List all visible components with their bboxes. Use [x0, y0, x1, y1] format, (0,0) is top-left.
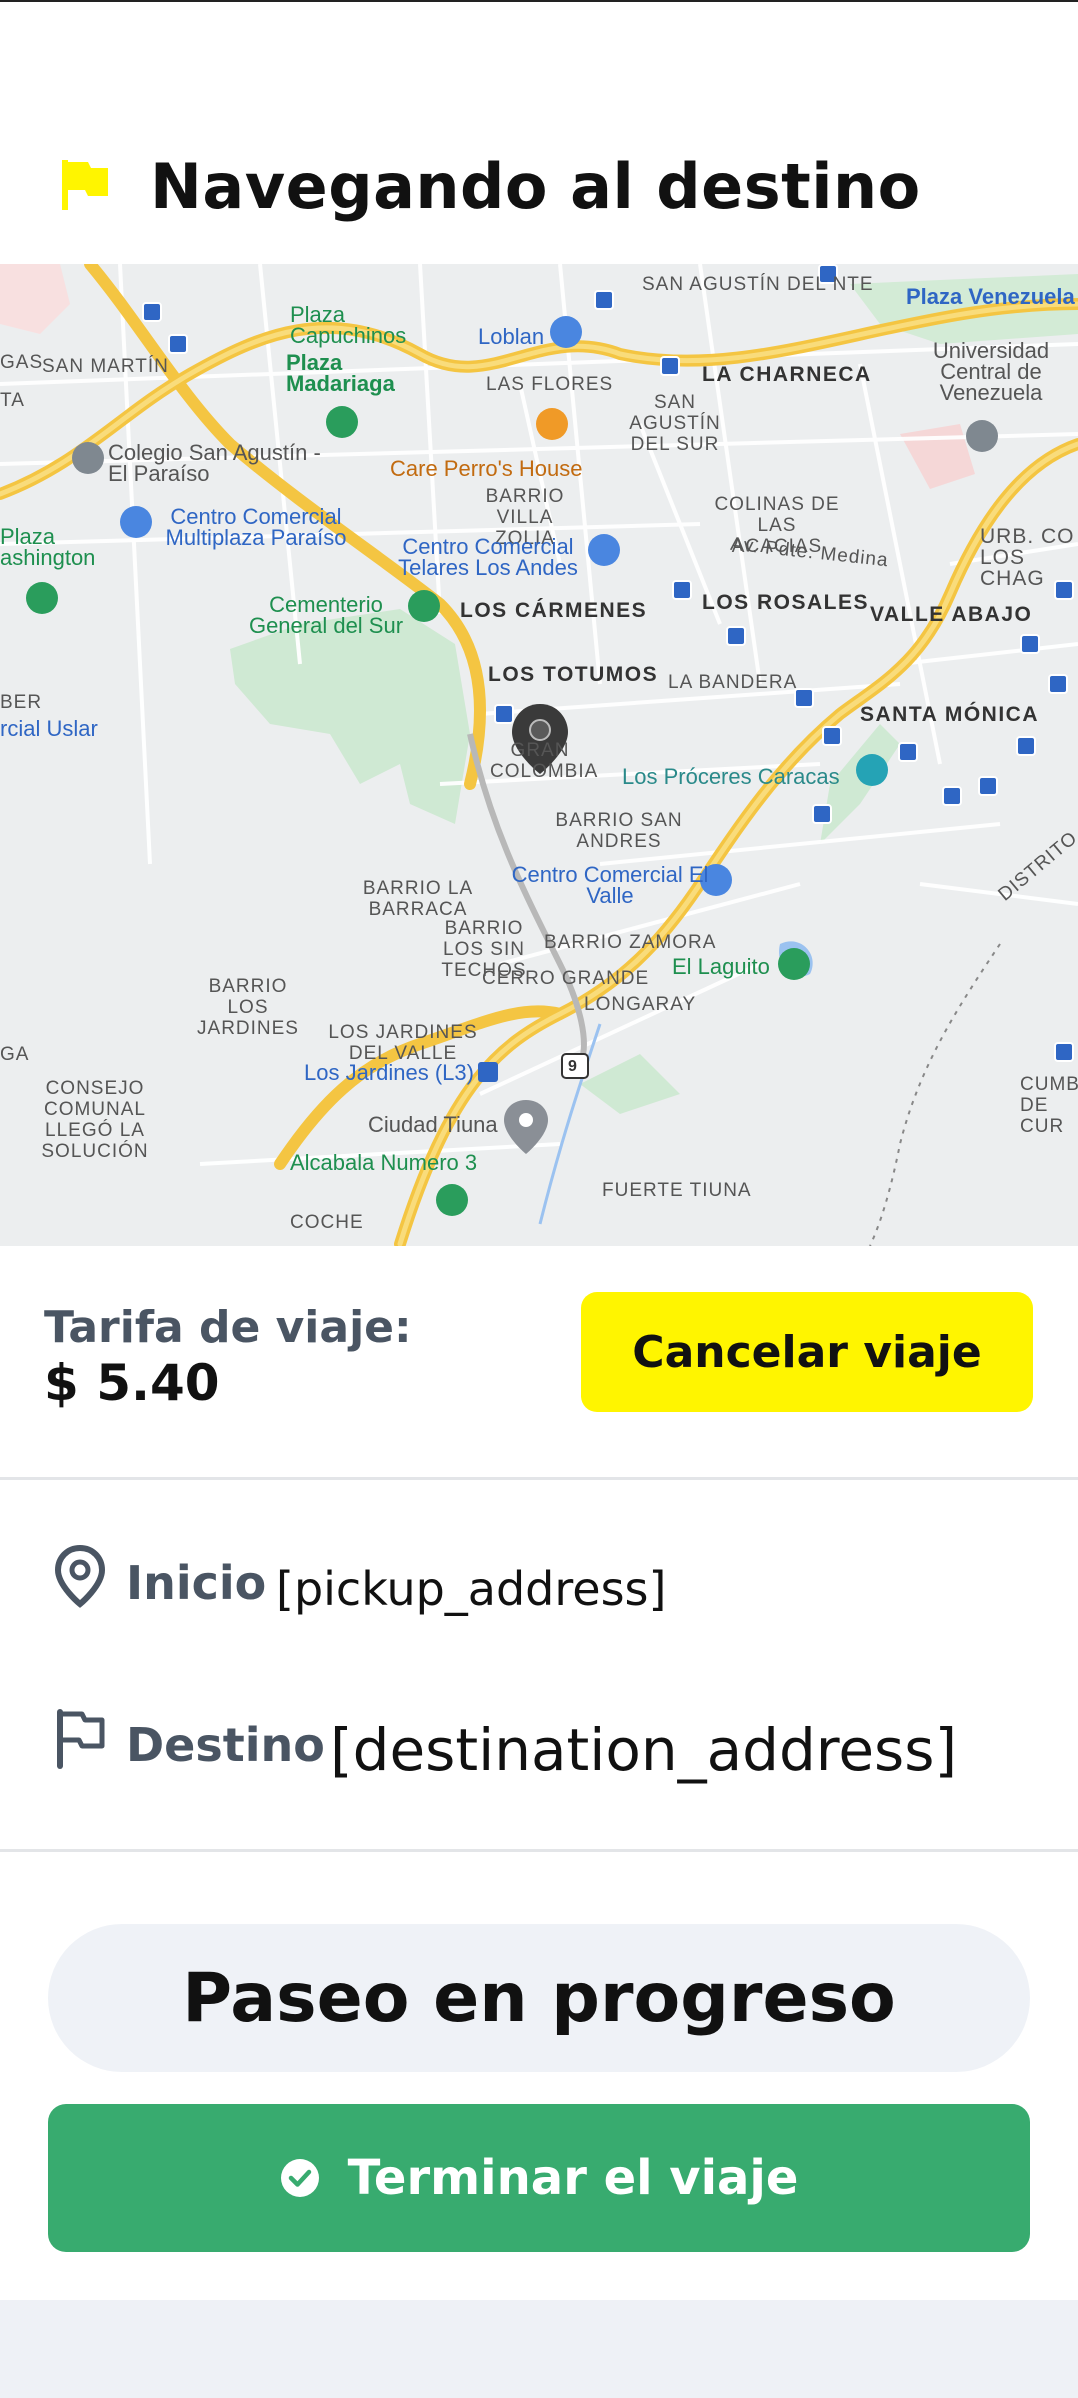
- map-label: CERRO GRANDE: [482, 968, 650, 989]
- destination-address: [destination_address]: [330, 1716, 958, 1784]
- trip-status-text: Paseo en progreso: [182, 1958, 896, 2038]
- map-label: SAN AGUSTÍN DEL SUR: [629, 392, 721, 455]
- map-label: Alcabala Numero 3: [290, 1150, 478, 1175]
- pickup-label: Inicio: [126, 1556, 267, 1610]
- map-label: GA: [0, 1044, 30, 1065]
- map-label: Centro Comercial El Valle: [511, 862, 709, 908]
- bus-stop-icon: [142, 302, 162, 322]
- map-label: Centro Comercial Telares Los Andes: [398, 534, 578, 580]
- map-label: Centro Comercial Multiplaza Paraíso: [165, 504, 347, 550]
- map-label: LOS JARDINES DEL VALLE: [328, 1022, 478, 1064]
- map-label: Universidad Central de Venezuela: [932, 338, 1050, 405]
- map-label: SAN MARTÍN: [42, 356, 169, 377]
- map-label: BARRIO LA BARRACA: [362, 878, 474, 920]
- bus-stop-icon: [1048, 674, 1068, 694]
- map-label: BER: [0, 692, 43, 713]
- map-label: GRAN COLOMBIA: [490, 740, 599, 782]
- map-label: Care Perro's House: [390, 456, 583, 481]
- cancel-trip-button[interactable]: Cancelar viaje: [581, 1292, 1033, 1412]
- map-label: Ciudad Tiuna: [368, 1112, 498, 1137]
- map-label: LONGARAY: [584, 994, 697, 1015]
- map-label: El Laguito: [672, 954, 770, 979]
- map-label: Plaza ashington: [0, 524, 96, 570]
- fare-label: Tarifa de viaje:: [44, 1302, 412, 1353]
- map-label: LOS CÁRMENES: [460, 599, 648, 622]
- bus-stop-icon: [672, 580, 692, 600]
- bus-stop-icon: [898, 742, 918, 762]
- fare-value: $ 5.40: [44, 1354, 220, 1412]
- map-label: LA BANDERA: [668, 672, 798, 693]
- map-label: LA CHARNECA: [702, 363, 872, 386]
- map-label: Colegio San Agustín - El Paraíso: [108, 440, 321, 486]
- bus-stop-icon: [942, 786, 962, 806]
- header: Navegando al destino: [0, 120, 1078, 240]
- bus-stop-icon: [978, 776, 998, 796]
- map-label: Loblan: [478, 324, 545, 349]
- navigation-bar-area: [0, 2300, 1078, 2398]
- check-circle-icon: [280, 2159, 319, 2197]
- map-label: BARRIO ZAMORA: [544, 932, 717, 953]
- bus-stop-icon: [594, 290, 614, 310]
- trip-status-badge: Paseo en progreso: [48, 1924, 1030, 2072]
- route-number: 9: [568, 1058, 578, 1075]
- map-label: Los Próceres Caracas: [622, 764, 840, 789]
- finish-trip-button[interactable]: Terminar el viaje: [48, 2104, 1030, 2252]
- bus-stop-icon: [812, 804, 832, 824]
- map-label: BARRIO LOS JARDINES: [197, 976, 299, 1039]
- map-label: Plaza Capuchinos: [290, 302, 407, 348]
- map-label: URB. CO LOS CHAG: [980, 525, 1075, 590]
- map-label: VALLE ABAJO: [870, 603, 1033, 626]
- map-label: TA: [0, 390, 25, 411]
- destination-label: Destino: [126, 1718, 325, 1772]
- bus-stop-icon: [726, 626, 746, 646]
- flag-icon: [62, 160, 108, 210]
- map-label: FUERTE TIUNA: [602, 1180, 752, 1201]
- map-label: LOS ROSALES: [702, 591, 870, 614]
- address-section: Inicio [pickup_address] Destino [destina…: [0, 1480, 1078, 1852]
- map-label: rcial Uslar: [0, 716, 98, 741]
- map-label: SAN AGUSTÍN DEL NTE: [642, 274, 874, 295]
- map-label: LAS FLORES: [486, 374, 614, 395]
- map-label: Plaza Venezuela: [906, 284, 1075, 309]
- map-label: BARRIO SAN ANDRES: [555, 810, 683, 852]
- bus-stop-icon: [1054, 1042, 1074, 1062]
- flag-outline-icon: [57, 1709, 105, 1769]
- finish-trip-label: Terminar el viaje: [347, 2150, 799, 2206]
- map-label: CUMB DE CUR: [1020, 1074, 1078, 1137]
- map-label: Los Jardines (L3): [304, 1060, 474, 1085]
- map-label: SANTA MÓNICA: [860, 703, 1039, 726]
- map-label: CONSEJO COMUNAL LLEGÓ LA SOLUCIÓN: [41, 1078, 149, 1162]
- map-label: Plaza Madariaga: [286, 350, 395, 396]
- bus-stop-icon: [494, 704, 514, 724]
- map-label: Cementerio General del Sur: [248, 592, 404, 638]
- bus-stop-icon: [660, 356, 680, 376]
- fare-section: Tarifa de viaje: $ 5.40 Cancelar viaje: [0, 1246, 1078, 1480]
- bus-stop-icon: [1016, 736, 1036, 756]
- status-bar-line: [0, 0, 1078, 2]
- bus-stop-icon: [822, 726, 842, 746]
- map-pin-icon: [54, 1544, 106, 1608]
- map-label: LOS TOTUMOS: [488, 663, 659, 686]
- pickup-row: Inicio [pickup_address]: [0, 1524, 1078, 1634]
- map-label: COCHE: [290, 1212, 364, 1233]
- destination-row: Destino [destination_address]: [0, 1686, 1078, 1796]
- bus-stop-icon: [168, 334, 188, 354]
- page-title: Navegando al destino: [150, 150, 921, 223]
- bus-stop-icon: [1020, 634, 1040, 654]
- pickup-address: [pickup_address]: [276, 1562, 667, 1616]
- map-view[interactable]: SAN AGUSTÍN DEL NTE Plaza Venezuela Plaz…: [0, 264, 1078, 1246]
- map-label: GAS: [0, 352, 44, 373]
